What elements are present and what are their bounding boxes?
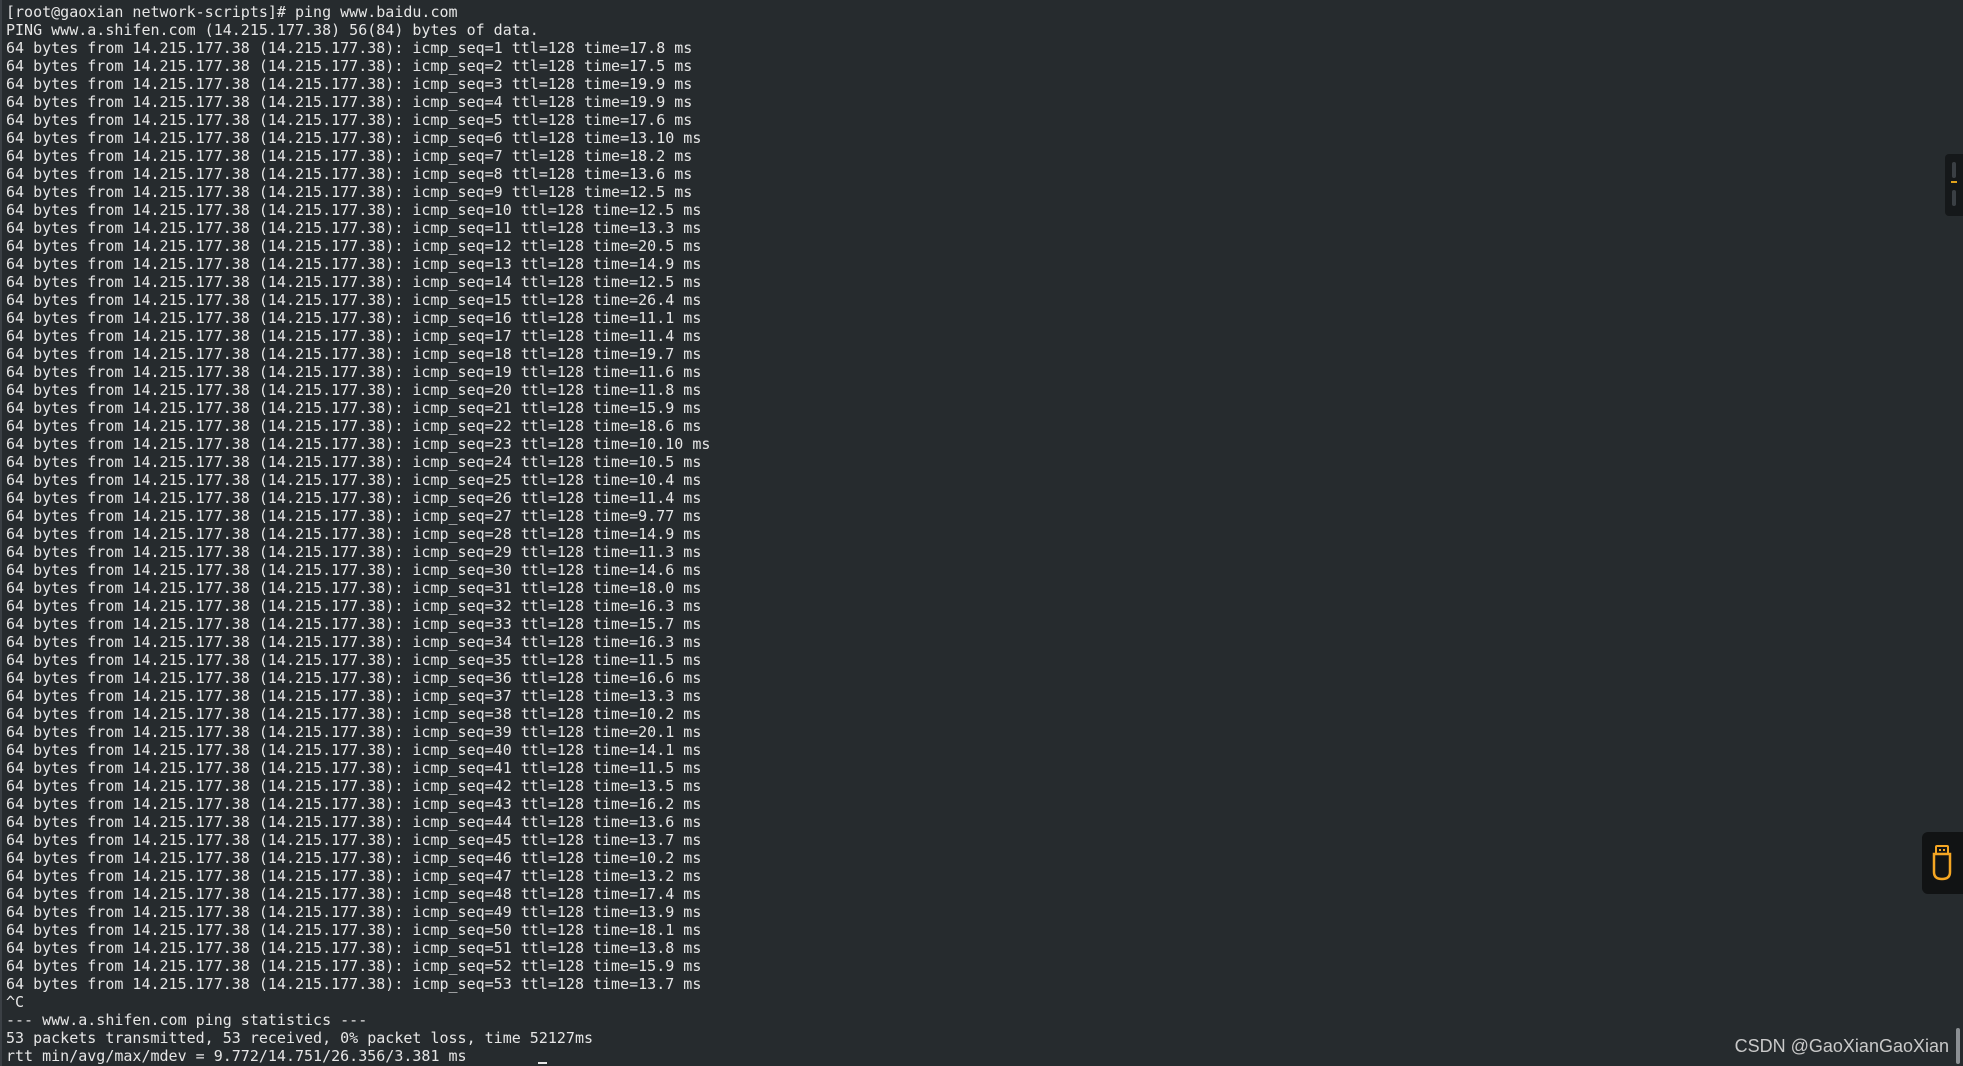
- terminal-line: 64 bytes from 14.215.177.38 (14.215.177.…: [6, 399, 702, 417]
- scrollbar-thumb[interactable]: [1956, 1028, 1960, 1064]
- terminal-line: 64 bytes from 14.215.177.38 (14.215.177.…: [6, 741, 702, 759]
- terminal-line: 64 bytes from 14.215.177.38 (14.215.177.…: [6, 57, 693, 75]
- terminal-line: 64 bytes from 14.215.177.38 (14.215.177.…: [6, 183, 693, 201]
- terminal-line: 64 bytes from 14.215.177.38 (14.215.177.…: [6, 597, 702, 615]
- toolbar-indicator: [1951, 181, 1957, 183]
- terminal-line: 64 bytes from 14.215.177.38 (14.215.177.…: [6, 579, 702, 597]
- terminal-line: 64 bytes from 14.215.177.38 (14.215.177.…: [6, 687, 702, 705]
- usb-device-button[interactable]: [1922, 832, 1963, 894]
- terminal-line: 64 bytes from 14.215.177.38 (14.215.177.…: [6, 489, 702, 507]
- terminal-line: --- www.a.shifen.com ping statistics ---: [6, 1011, 368, 1029]
- text-cursor: [538, 1062, 547, 1064]
- terminal-line: 64 bytes from 14.215.177.38 (14.215.177.…: [6, 543, 702, 561]
- terminal-line: 64 bytes from 14.215.177.38 (14.215.177.…: [6, 435, 711, 453]
- grip-icon: [1952, 190, 1956, 206]
- terminal-line: 64 bytes from 14.215.177.38 (14.215.177.…: [6, 111, 693, 129]
- terminal-line: 64 bytes from 14.215.177.38 (14.215.177.…: [6, 201, 702, 219]
- side-toolbar-handle[interactable]: [1945, 154, 1963, 216]
- terminal-line: 64 bytes from 14.215.177.38 (14.215.177.…: [6, 723, 702, 741]
- terminal-line: 64 bytes from 14.215.177.38 (14.215.177.…: [6, 255, 702, 273]
- terminal-line: 64 bytes from 14.215.177.38 (14.215.177.…: [6, 237, 702, 255]
- terminal-line: 64 bytes from 14.215.177.38 (14.215.177.…: [6, 129, 702, 147]
- terminal-line: 64 bytes from 14.215.177.38 (14.215.177.…: [6, 957, 702, 975]
- watermark-text: CSDN @GaoXianGaoXian: [1734, 1036, 1949, 1056]
- grip-icon: [1952, 162, 1956, 178]
- terminal-line: 64 bytes from 14.215.177.38 (14.215.177.…: [6, 939, 702, 957]
- terminal-line: 64 bytes from 14.215.177.38 (14.215.177.…: [6, 165, 693, 183]
- terminal-window[interactable]: [root@gaoxian network-scripts]# ping www…: [0, 0, 1963, 1066]
- terminal-line: 64 bytes from 14.215.177.38 (14.215.177.…: [6, 93, 693, 111]
- terminal-line: 64 bytes from 14.215.177.38 (14.215.177.…: [6, 417, 702, 435]
- terminal-line: 64 bytes from 14.215.177.38 (14.215.177.…: [6, 813, 702, 831]
- terminal-line: rtt min/avg/max/mdev = 9.772/14.751/26.3…: [6, 1047, 467, 1065]
- terminal-line: 64 bytes from 14.215.177.38 (14.215.177.…: [6, 561, 702, 579]
- terminal-line: 64 bytes from 14.215.177.38 (14.215.177.…: [6, 651, 702, 669]
- terminal-line: 64 bytes from 14.215.177.38 (14.215.177.…: [6, 507, 702, 525]
- terminal-line: 64 bytes from 14.215.177.38 (14.215.177.…: [6, 453, 702, 471]
- terminal-line: 64 bytes from 14.215.177.38 (14.215.177.…: [6, 39, 693, 57]
- terminal-line: 64 bytes from 14.215.177.38 (14.215.177.…: [6, 273, 702, 291]
- terminal-line: 64 bytes from 14.215.177.38 (14.215.177.…: [6, 291, 702, 309]
- terminal-line: 64 bytes from 14.215.177.38 (14.215.177.…: [6, 75, 693, 93]
- terminal-line: 64 bytes from 14.215.177.38 (14.215.177.…: [6, 903, 702, 921]
- terminal-line: ^C: [6, 993, 25, 1011]
- terminal-line: 53 packets transmitted, 53 received, 0% …: [6, 1029, 593, 1047]
- terminal-line: PING www.a.shifen.com (14.215.177.38) 56…: [6, 21, 539, 39]
- terminal-line: 64 bytes from 14.215.177.38 (14.215.177.…: [6, 867, 702, 885]
- terminal-line: 64 bytes from 14.215.177.38 (14.215.177.…: [6, 309, 702, 327]
- terminal-line: 64 bytes from 14.215.177.38 (14.215.177.…: [6, 777, 702, 795]
- terminal-output: [root@gaoxian network-scripts]# ping www…: [6, 3, 710, 1065]
- terminal-line: 64 bytes from 14.215.177.38 (14.215.177.…: [6, 849, 702, 867]
- terminal-line: 64 bytes from 14.215.177.38 (14.215.177.…: [6, 705, 702, 723]
- terminal-line: 64 bytes from 14.215.177.38 (14.215.177.…: [6, 669, 702, 687]
- terminal-line: 64 bytes from 14.215.177.38 (14.215.177.…: [6, 759, 702, 777]
- terminal-line: 64 bytes from 14.215.177.38 (14.215.177.…: [6, 975, 702, 993]
- terminal-line: 64 bytes from 14.215.177.38 (14.215.177.…: [6, 381, 702, 399]
- terminal-line: 64 bytes from 14.215.177.38 (14.215.177.…: [6, 471, 702, 489]
- terminal-line: [root@gaoxian network-scripts]# ping www…: [6, 3, 458, 21]
- terminal-line: 64 bytes from 14.215.177.38 (14.215.177.…: [6, 147, 693, 165]
- terminal-line: 64 bytes from 14.215.177.38 (14.215.177.…: [6, 633, 702, 651]
- terminal-line: 64 bytes from 14.215.177.38 (14.215.177.…: [6, 831, 702, 849]
- terminal-line: 64 bytes from 14.215.177.38 (14.215.177.…: [6, 795, 702, 813]
- terminal-line: 64 bytes from 14.215.177.38 (14.215.177.…: [6, 885, 702, 903]
- terminal-line: 64 bytes from 14.215.177.38 (14.215.177.…: [6, 219, 702, 237]
- terminal-line: 64 bytes from 14.215.177.38 (14.215.177.…: [6, 345, 702, 363]
- terminal-line: 64 bytes from 14.215.177.38 (14.215.177.…: [6, 327, 702, 345]
- terminal-line: 64 bytes from 14.215.177.38 (14.215.177.…: [6, 525, 702, 543]
- terminal-line: 64 bytes from 14.215.177.38 (14.215.177.…: [6, 615, 702, 633]
- terminal-line: 64 bytes from 14.215.177.38 (14.215.177.…: [6, 921, 702, 939]
- terminal-line: 64 bytes from 14.215.177.38 (14.215.177.…: [6, 363, 702, 381]
